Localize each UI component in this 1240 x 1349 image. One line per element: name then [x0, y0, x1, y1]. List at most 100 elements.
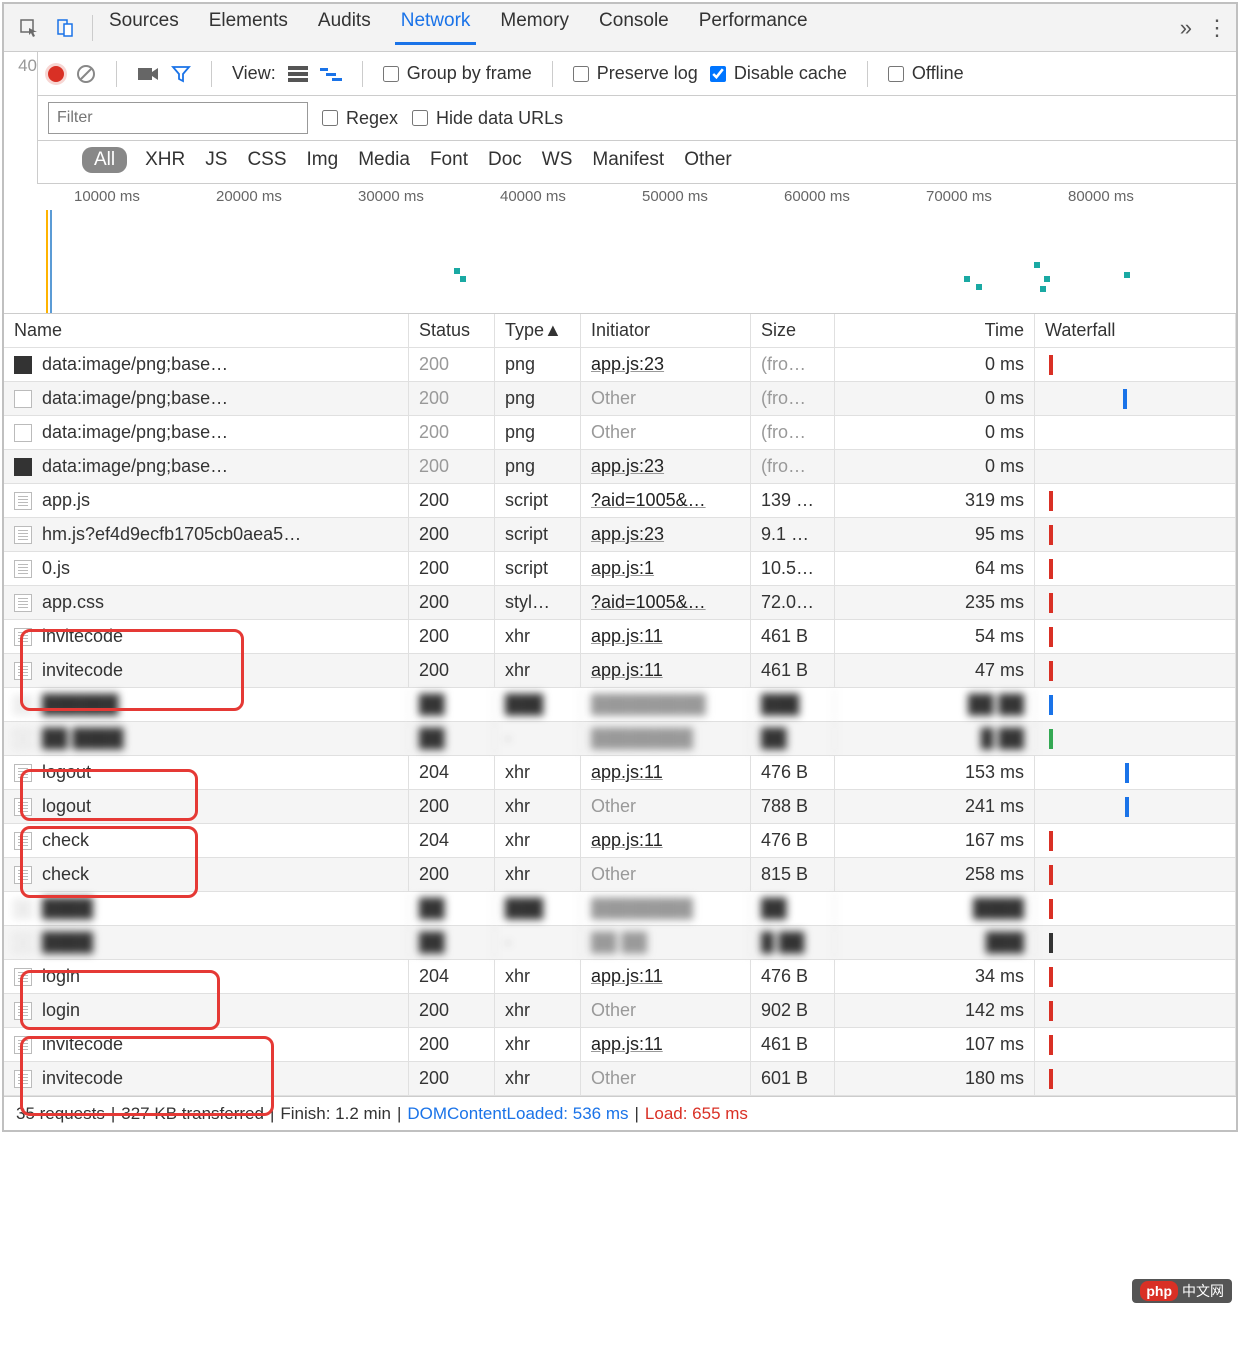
- disable-cache-checkbox[interactable]: Disable cache: [710, 63, 847, 84]
- request-initiator: ████████: [591, 898, 693, 919]
- tab-audits[interactable]: Audits: [312, 10, 377, 45]
- request-time: ███: [835, 926, 1035, 959]
- clear-icon[interactable]: [76, 64, 96, 84]
- sb-load: Load: 655 ms: [645, 1104, 748, 1124]
- request-type: script: [495, 484, 581, 517]
- table-row[interactable]: invitecode200xhrapp.js:11461 B107 ms: [4, 1028, 1236, 1062]
- request-name: 0.js: [42, 558, 70, 579]
- camera-icon[interactable]: [137, 66, 159, 82]
- timeline-tick: 10000 ms: [74, 188, 140, 205]
- filter-icon[interactable]: [171, 64, 191, 84]
- filter-pill-font[interactable]: Font: [430, 149, 468, 170]
- sb-finish: Finish: 1.2 min: [280, 1104, 391, 1124]
- col-name[interactable]: Name: [4, 314, 409, 347]
- table-row[interactable]: check200xhrOther815 B258 ms: [4, 858, 1236, 892]
- filter-bar: Regex Hide data URLs: [38, 96, 1236, 141]
- request-initiator[interactable]: ?aid=1005&…: [591, 490, 706, 511]
- table-row[interactable]: data:image/png;base…200pngOther(fro…0 ms: [4, 416, 1236, 450]
- filter-pill-ws[interactable]: WS: [542, 149, 573, 170]
- table-row[interactable]: invitecode200xhrOther601 B180 ms: [4, 1062, 1236, 1096]
- record-button[interactable]: [48, 66, 64, 82]
- table-row[interactable]: login204xhrapp.js:11476 B34 ms: [4, 960, 1236, 994]
- table-row[interactable]: logout200xhrOther788 B241 ms: [4, 790, 1236, 824]
- table-row[interactable]: data:image/png;base…200pngapp.js:23(fro……: [4, 450, 1236, 484]
- request-name: ██████: [42, 694, 119, 715]
- col-status[interactable]: Status: [409, 314, 495, 347]
- request-initiator[interactable]: app.js:11: [591, 830, 663, 851]
- filter-pill-css[interactable]: CSS: [247, 149, 286, 170]
- request-initiator[interactable]: ?aid=1005&…: [591, 592, 706, 613]
- table-row[interactable]: █████████████████████████ ██: [4, 688, 1236, 722]
- more-tabs-icon[interactable]: »: [1180, 15, 1192, 41]
- request-name: ████: [42, 932, 93, 953]
- request-initiator[interactable]: app.js:11: [591, 1034, 663, 1055]
- regex-checkbox[interactable]: Regex: [322, 108, 398, 129]
- filter-pill-doc[interactable]: Doc: [488, 149, 522, 170]
- table-row[interactable]: check204xhrapp.js:11476 B167 ms: [4, 824, 1236, 858]
- filter-pill-xhr[interactable]: XHR: [145, 149, 185, 170]
- request-initiator: Other: [591, 1000, 636, 1021]
- table-row[interactable]: ███████████████████████: [4, 892, 1236, 926]
- request-type: styl…: [495, 586, 581, 619]
- request-status: 200: [409, 518, 495, 551]
- col-size[interactable]: Size: [751, 314, 835, 347]
- tab-console[interactable]: Console: [593, 10, 675, 45]
- request-initiator[interactable]: app.js:1: [591, 558, 654, 579]
- preserve-log-checkbox[interactable]: Preserve log: [573, 63, 698, 84]
- sb-requests: 35 requests: [16, 1104, 105, 1124]
- tab-sources[interactable]: Sources: [103, 10, 185, 45]
- kebab-menu-icon[interactable]: ⋮: [1206, 15, 1228, 41]
- col-initiator[interactable]: Initiator: [581, 314, 751, 347]
- request-name: data:image/png;base…: [42, 354, 228, 375]
- large-rows-icon[interactable]: [288, 66, 308, 82]
- table-row[interactable]: invitecode200xhrapp.js:11461 B54 ms: [4, 620, 1236, 654]
- request-initiator[interactable]: app.js:23: [591, 354, 664, 375]
- filter-pill-media[interactable]: Media: [358, 149, 410, 170]
- col-waterfall[interactable]: Waterfall: [1035, 314, 1236, 347]
- request-initiator[interactable]: app.js:23: [591, 456, 664, 477]
- table-row[interactable]: 0.js200scriptapp.js:110.5…64 ms: [4, 552, 1236, 586]
- request-initiator[interactable]: app.js:11: [591, 966, 663, 987]
- request-name: data:image/png;base…: [42, 456, 228, 477]
- col-type[interactable]: Type▲: [495, 314, 581, 347]
- waterfall-view-icon[interactable]: [320, 66, 342, 82]
- filter-pill-js[interactable]: JS: [205, 149, 227, 170]
- table-row[interactable]: ██ ██████·███████████ ██: [4, 722, 1236, 756]
- waterfall-bar: [1125, 763, 1129, 783]
- table-row[interactable]: login200xhrOther902 B142 ms: [4, 994, 1236, 1028]
- filter-all-pill[interactable]: All: [82, 147, 127, 173]
- table-row[interactable]: hm.js?ef4d9ecfb1705cb0aea5…200scriptapp.…: [4, 518, 1236, 552]
- tab-elements[interactable]: Elements: [203, 10, 294, 45]
- tab-network[interactable]: Network: [395, 10, 477, 45]
- request-initiator[interactable]: app.js:11: [591, 762, 663, 783]
- tab-memory[interactable]: Memory: [494, 10, 575, 45]
- request-size: (fro…: [751, 416, 835, 449]
- request-type: ·: [495, 722, 581, 755]
- table-row[interactable]: ██████·██ ███ █████: [4, 926, 1236, 960]
- col-time[interactable]: Time: [835, 314, 1035, 347]
- request-initiator[interactable]: app.js:11: [591, 660, 663, 681]
- table-row[interactable]: invitecode200xhrapp.js:11461 B47 ms: [4, 654, 1236, 688]
- filter-pill-other[interactable]: Other: [684, 149, 732, 170]
- table-row[interactable]: logout204xhrapp.js:11476 B153 ms: [4, 756, 1236, 790]
- request-time: 54 ms: [835, 620, 1035, 653]
- tab-performance[interactable]: Performance: [693, 10, 814, 45]
- request-time: 107 ms: [835, 1028, 1035, 1061]
- filter-input[interactable]: [48, 102, 308, 134]
- group-by-frame-checkbox[interactable]: Group by frame: [383, 63, 532, 84]
- filter-pill-manifest[interactable]: Manifest: [592, 149, 664, 170]
- hide-data-urls-checkbox[interactable]: Hide data URLs: [412, 108, 563, 129]
- request-initiator[interactable]: app.js:11: [591, 626, 663, 647]
- table-row[interactable]: data:image/png;base…200pngapp.js:23(fro……: [4, 348, 1236, 382]
- request-status: 204: [409, 960, 495, 993]
- request-initiator[interactable]: app.js:23: [591, 524, 664, 545]
- table-row[interactable]: data:image/png;base…200pngOther(fro…0 ms: [4, 382, 1236, 416]
- inspect-icon[interactable]: [12, 11, 46, 45]
- table-row[interactable]: app.css200styl…?aid=1005&…72.0…235 ms: [4, 586, 1236, 620]
- filter-pill-img[interactable]: Img: [307, 149, 339, 170]
- offline-checkbox[interactable]: Offline: [888, 63, 964, 84]
- timeline-overview[interactable]: 10000 ms20000 ms30000 ms40000 ms50000 ms…: [4, 184, 1236, 314]
- table-row[interactable]: app.js200script?aid=1005&…139 …319 ms: [4, 484, 1236, 518]
- waterfall-bar: [1049, 695, 1053, 715]
- device-toggle-icon[interactable]: [48, 11, 82, 45]
